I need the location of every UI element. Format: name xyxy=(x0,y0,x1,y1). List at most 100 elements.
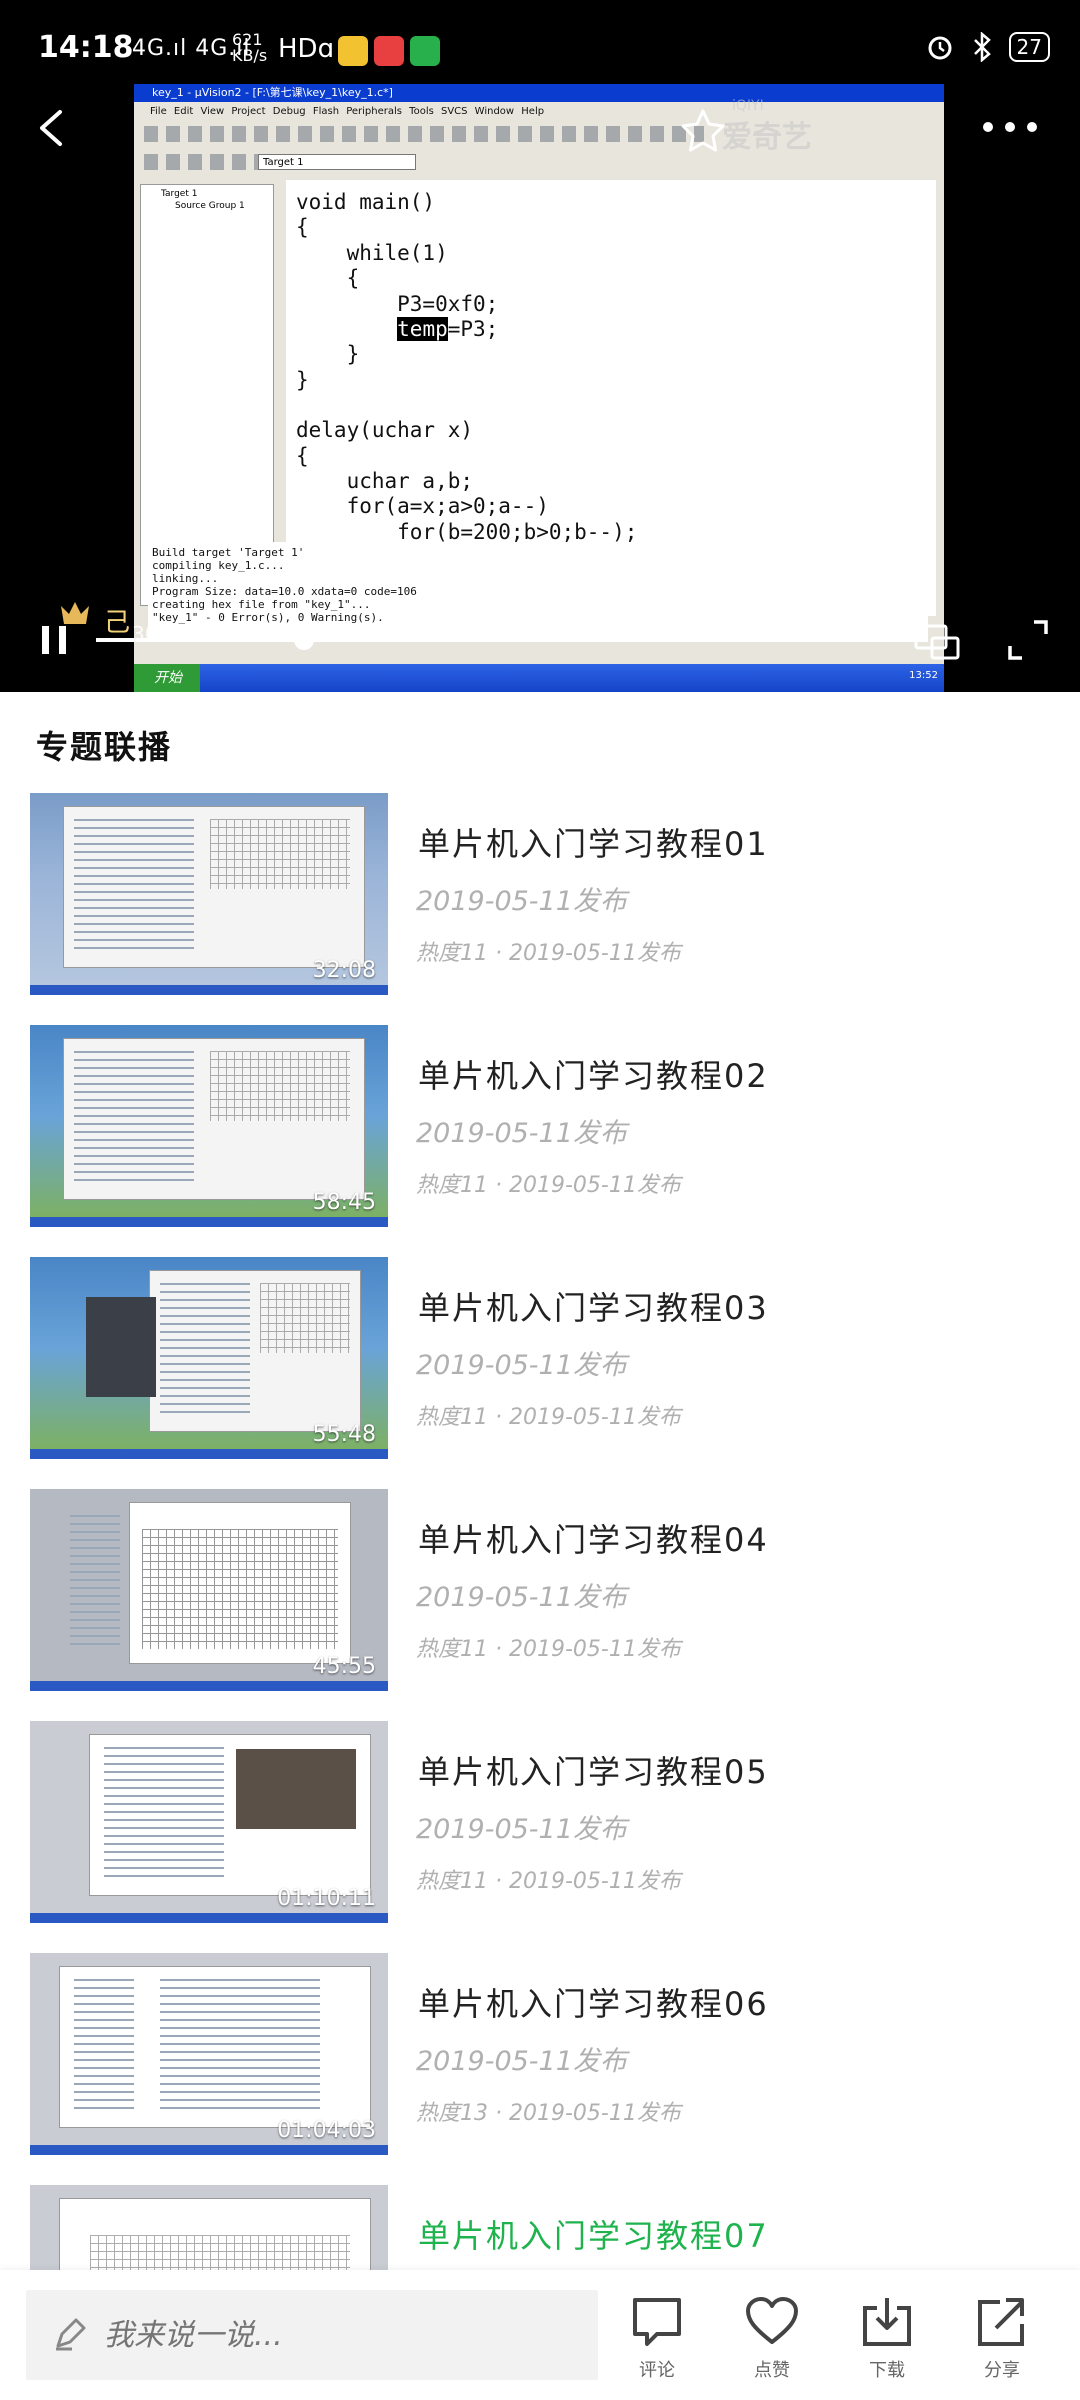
video-frame: key_1 - μVision2 - [F:\第七课\key_1\key_1.c… xyxy=(134,84,944,692)
episode-duration: 01:04:03 xyxy=(277,2118,376,2143)
battery-indicator: 27 xyxy=(1008,32,1050,62)
code-line: void main() xyxy=(296,190,436,214)
episode-meta: 热度11 · 2019-05-11发布 xyxy=(416,1869,681,1894)
iqiyi-notification-icon xyxy=(410,36,440,66)
episode-title: 单片机入门学习教程05 xyxy=(418,1753,769,1791)
episode-item[interactable]: 58:45 单片机入门学习教程02 2019-05-11发布 热度11 · 20… xyxy=(30,1025,1060,1227)
code-line: } xyxy=(296,367,309,392)
episode-item[interactable]: 32:08 单片机入门学习教程01 2019-05-11发布 热度11 · 20… xyxy=(30,793,1060,995)
episode-duration: 32:08 xyxy=(312,958,376,983)
download-button[interactable]: 下载 xyxy=(847,2290,927,2390)
output-line: Program Size: data=10.0 xdata=0 code=106 xyxy=(152,585,417,598)
episode-thumbnail: 01:10:11 xyxy=(30,1721,388,1923)
comment-button[interactable]: 评论 xyxy=(617,2290,697,2390)
device-photo xyxy=(86,1297,156,1397)
episode-item[interactable]: 45:55 单片机入门学习教程04 2019-05-11发布 热度11 · 20… xyxy=(30,1489,1060,1691)
heart-icon xyxy=(746,2297,798,2344)
episode-date: 2019-05-11发布 xyxy=(416,2046,627,2077)
pause-icon[interactable] xyxy=(36,622,72,658)
episode-meta: 热度11 · 2019-05-11发布 xyxy=(416,941,681,966)
episode-title: 单片机入门学习教程03 xyxy=(418,1289,769,1327)
status-hd: HDɑ xyxy=(278,34,335,64)
episode-duration: 55:48 xyxy=(312,1422,376,1447)
uploader-snippet: 己 xyxy=(104,608,131,638)
episode-date: 2019-05-11发布 xyxy=(416,1814,627,1845)
alarm-icon xyxy=(928,36,952,60)
code-text: void main(){ while(1) { P3=0xf0; temp=P3… xyxy=(286,180,936,555)
build-output-text: Build target 'Target 1' compiling key_1.c… xyxy=(148,542,928,628)
episode-meta: 热度11 · 2019-05-11发布 xyxy=(416,1173,681,1198)
output-line: Build target 'Target 1' xyxy=(152,546,305,559)
share-button[interactable]: 分享 xyxy=(962,2290,1042,2390)
more-options-icon[interactable] xyxy=(980,112,1040,142)
ide-tree-child: Source Group 1 xyxy=(175,201,245,211)
code-line: } xyxy=(296,342,360,367)
pencil-icon xyxy=(56,2318,86,2351)
episode-date: 2019-05-11发布 xyxy=(416,1582,627,1613)
code-line: { xyxy=(296,443,309,468)
cast-screen-icon[interactable] xyxy=(912,620,962,664)
episode-item[interactable]: 01:04:03 单片机入门学习教程06 2019-05-11发布 热度13 ·… xyxy=(30,1953,1060,2155)
output-line: creating hex file from "key_1"... xyxy=(152,598,371,611)
episode-meta: 热度11 · 2019-05-11发布 xyxy=(416,1405,681,1430)
episode-title: 单片机入门学习教程04 xyxy=(418,1521,769,1559)
episode-item-active[interactable]: 单片机入门学习教程07 xyxy=(30,2185,1060,2270)
app-notification-icon xyxy=(338,36,368,66)
code-line: for(a=x;a>0;a--) xyxy=(296,494,549,519)
episode-thumbnail: 45:55 xyxy=(30,1489,388,1691)
episode-item[interactable]: 55:48 单片机入门学习教程03 2019-05-11发布 热度11 · 20… xyxy=(30,1257,1060,1459)
episode-date: 2019-05-11发布 xyxy=(416,886,627,917)
back-icon[interactable] xyxy=(32,108,72,148)
fullscreen-icon[interactable] xyxy=(1004,616,1052,664)
episode-title: 单片机入门学习教程02 xyxy=(418,1057,769,1095)
episode-item[interactable]: 01:10:11 单片机入门学习教程05 2019-05-11发布 热度11 ·… xyxy=(30,1721,1060,1923)
episode-title: 单片机入门学习教程01 xyxy=(418,825,769,863)
share-icon xyxy=(978,2298,1024,2346)
episode-thumbnail: 01:04:03 xyxy=(30,1953,388,2155)
output-line: linking... xyxy=(152,572,219,585)
ide-taskbar: 开始 13:52 xyxy=(134,664,944,692)
comment-icon xyxy=(633,2298,681,2346)
episode-duration: 45:55 xyxy=(312,1654,376,1679)
like-button[interactable]: 点赞 xyxy=(732,2290,812,2390)
ide-start-button: 开始 xyxy=(134,664,200,692)
time-total: 01:04:43 xyxy=(788,622,878,646)
code-line: delay(uchar x) xyxy=(296,418,474,443)
status-right: 27 xyxy=(925,32,1050,62)
ide-tree-root: Target 1 xyxy=(161,189,198,199)
ide-toolbar xyxy=(144,126,704,142)
episode-meta: 热度11 · 2019-05-11发布 xyxy=(416,1637,681,1662)
status-speed-unit: KB/s xyxy=(232,46,268,65)
download-label: 下载 xyxy=(869,2360,905,2381)
comment-input[interactable] xyxy=(26,2290,598,2380)
ide-target-select: Target 1 xyxy=(258,154,416,170)
ide-menu-bar: File Edit View Project Debug Flash Perip… xyxy=(150,106,545,117)
episode-duration: 01:10:11 xyxy=(277,1886,376,1911)
code-line: uchar a,b; xyxy=(296,469,474,494)
time-current: 30:51 xyxy=(132,622,190,646)
progress-fill xyxy=(96,638,304,642)
qq-notification-icon xyxy=(374,36,404,66)
code-line: P3=0xf0; xyxy=(296,291,499,316)
episode-title: 单片机入门学习教程07 xyxy=(418,2217,769,2255)
code-line: { xyxy=(296,266,360,291)
episode-thumbnail: 55:48 xyxy=(30,1257,388,1459)
episode-date: 2019-05-11发布 xyxy=(416,1350,627,1381)
bluetooth-icon xyxy=(973,32,991,62)
episode-date: 2019-05-11发布 xyxy=(416,1118,627,1149)
status-speed: 621 KB/s xyxy=(232,32,267,64)
episode-duration: 58:45 xyxy=(312,1190,376,1215)
episode-thumbnail: 58:45 xyxy=(30,1025,388,1227)
favorite-star-icon[interactable] xyxy=(678,106,728,156)
output-line: compiling key_1.c... xyxy=(152,559,285,572)
selected-text: temp xyxy=(397,317,448,342)
code-line: { xyxy=(296,215,309,240)
episode-thumbnail: 32:08 xyxy=(30,793,388,995)
ide-taskbar-clock: 13:52 xyxy=(909,670,938,681)
status-time: 14:18 xyxy=(38,30,134,65)
watermark: 爱奇艺 xyxy=(722,120,812,155)
progress-knob[interactable] xyxy=(293,630,314,650)
section-title: 专题联播 xyxy=(36,728,173,766)
code-line: temp=P3; xyxy=(397,317,499,342)
